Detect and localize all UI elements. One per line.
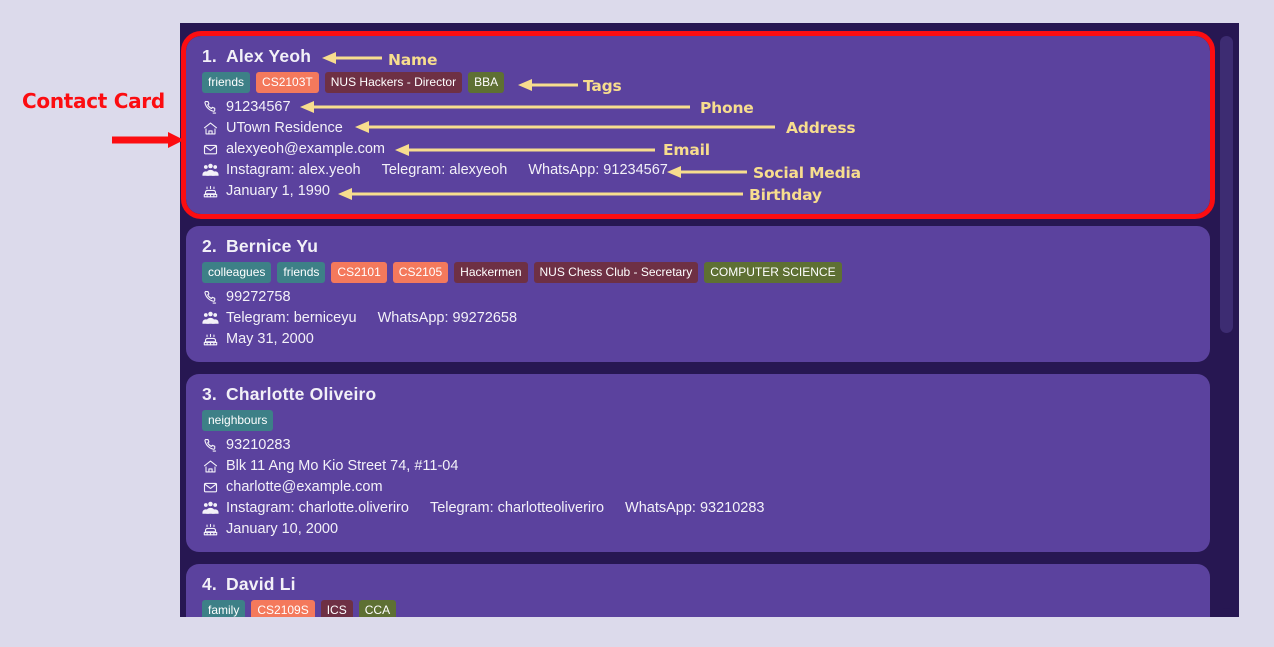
contact-address-row: Blk 11 Ang Mo Kio Street 74, #11-04 — [202, 456, 1194, 477]
contact-name-row: 3. Charlotte Oliveiro — [202, 384, 1194, 405]
annotation-phone: Phone — [700, 99, 754, 117]
contact-tag[interactable]: CS2105 — [392, 262, 449, 283]
contact-name: Alex Yeoh — [226, 46, 312, 66]
contact-social-row: Instagram: charlotte.oliveriro Telegram: … — [202, 498, 1194, 519]
birthday-cake-icon — [202, 183, 219, 200]
contact-tag[interactable]: COMPUTER SCIENCE — [704, 262, 842, 283]
contact-tag[interactable]: CCA — [358, 600, 397, 617]
contact-phone-value: 99272758 — [226, 289, 291, 305]
contact-social-row: Telegram: berniceyu WhatsApp: 99272658 — [202, 308, 1194, 329]
annotation-email: Email — [663, 141, 710, 159]
contact-tag[interactable]: friends — [277, 262, 326, 283]
contact-tag-row: friends CS2103T NUS Hackers - Director BBA — [202, 72, 1194, 93]
people-group-icon — [202, 310, 219, 327]
contact-phone-value: 93210283 — [226, 437, 291, 453]
contact-social-handle: Telegram: berniceyu — [226, 310, 357, 326]
contact-birthday-value: January 1, 1990 — [226, 183, 330, 199]
people-group-icon — [202, 162, 219, 179]
phone-icon — [202, 99, 219, 116]
contact-tag[interactable]: NUS Hackers - Director — [324, 72, 463, 93]
scrollbar-thumb[interactable] — [1220, 36, 1233, 333]
contact-tag[interactable]: CS2103T — [256, 72, 319, 93]
contact-birthday-row: January 10, 2000 — [202, 519, 1194, 540]
annotation-tags: Tags — [583, 77, 622, 95]
contact-social-handle: WhatsApp: 93210283 — [625, 500, 765, 516]
contact-social-group: Telegram: berniceyu WhatsApp: 99272658 — [226, 308, 517, 329]
annotation-arrow-tags — [518, 79, 578, 91]
contact-social-group: Instagram: charlotte.oliveriro Telegram: … — [226, 498, 764, 519]
contact-tag[interactable]: family — [202, 600, 246, 617]
annotation-arrow-email — [395, 144, 655, 156]
contact-name: David Li — [226, 574, 296, 594]
annotation-contact-card: Contact Card — [22, 89, 165, 113]
contact-index: 4. — [202, 574, 217, 594]
contact-phone-row: 99272758 — [202, 287, 1194, 308]
contact-tag[interactable]: NUS Chess Club - Secretary — [533, 262, 699, 283]
contact-phone-value: 91234567 — [226, 99, 291, 115]
home-icon — [202, 120, 219, 137]
contact-name-row: 2. Bernice Yu — [202, 236, 1194, 257]
annotation-arrow-social-media — [667, 166, 747, 178]
contact-email-value: charlotte@example.com — [226, 479, 383, 495]
contact-social-handle: Instagram: alex.yeoh — [226, 162, 361, 178]
contact-social-handle: WhatsApp: 91234567 — [528, 162, 668, 178]
birthday-cake-icon — [202, 521, 219, 538]
contact-email-row: charlotte@example.com — [202, 477, 1194, 498]
contact-tag[interactable]: friends — [202, 72, 251, 93]
envelope-icon — [202, 141, 219, 158]
contact-index: 2. — [202, 236, 217, 256]
contact-email-value: alexyeoh@example.com — [226, 141, 385, 157]
contact-social-handle: WhatsApp: 99272658 — [377, 310, 518, 326]
contact-social-handle: Instagram: charlotte.oliveriro — [226, 500, 409, 516]
contact-index: 1. — [202, 46, 217, 66]
phone-icon — [202, 437, 219, 454]
annotation-name: Name — [388, 51, 438, 69]
scrollbar-track[interactable] — [1220, 33, 1233, 609]
home-icon — [202, 458, 219, 475]
annotation-social-media: Social Media — [753, 164, 861, 182]
contact-tag-row: neighbours — [202, 410, 1194, 431]
annotation-arrow-contact-card — [112, 132, 184, 148]
annotation-arrow-phone — [300, 101, 690, 113]
contact-social-handle: Telegram: charlotteoliveriro — [429, 500, 605, 516]
contact-address-value: Blk 11 Ang Mo Kio Street 74, #11-04 — [226, 458, 459, 474]
contact-card[interactable]: 4. David Li family CS2109S ICS CCA — [186, 564, 1210, 617]
contact-name: Bernice Yu — [226, 236, 319, 256]
contact-social-group: Instagram: alex.yeoh Telegram: alexyeoh Wh… — [226, 160, 668, 181]
people-group-icon — [202, 500, 219, 517]
contact-tag[interactable]: CS2101 — [331, 262, 387, 283]
contact-tag[interactable]: colleagues — [202, 262, 272, 283]
contact-tag[interactable]: BBA — [468, 72, 505, 93]
contact-tag-row: family CS2109S ICS CCA — [202, 600, 1194, 617]
screenshot-stage: 1. Alex Yeoh friends CS2103T NUS Hackers - D… — [0, 0, 1274, 647]
annotation-arrow-name — [322, 52, 382, 64]
annotation-arrow-address — [355, 121, 775, 133]
contact-social-handle: Telegram: alexyeoh — [381, 162, 508, 178]
contact-name-row: 4. David Li — [202, 574, 1194, 595]
contact-tag[interactable]: neighbours — [202, 410, 274, 431]
contact-card[interactable]: 2. Bernice Yu colleagues friends CS2101 CS210… — [186, 226, 1210, 362]
contact-birthday-row: May 31, 2000 — [202, 329, 1194, 350]
annotation-birthday: Birthday — [749, 186, 822, 204]
contact-tag[interactable]: CS2109S — [251, 600, 315, 617]
contact-birthday-value: May 31, 2000 — [226, 331, 314, 347]
annotation-contact-card-text: Contact Card — [22, 89, 165, 113]
contact-tag[interactable]: ICS — [320, 600, 353, 617]
contact-card[interactable]: 3. Charlotte Oliveiro neighbours 93210283 Bl… — [186, 374, 1210, 552]
contact-tag[interactable]: Hackermen — [454, 262, 528, 283]
contact-birthday-value: January 10, 2000 — [226, 521, 339, 537]
contact-tag-row: colleagues friends CS2101 CS2105 Hackermen NU… — [202, 262, 1194, 283]
envelope-icon — [202, 479, 219, 496]
birthday-cake-icon — [202, 331, 219, 348]
contact-name: Charlotte Oliveiro — [226, 384, 377, 404]
contact-index: 3. — [202, 384, 217, 404]
annotation-arrow-birthday — [338, 188, 743, 200]
phone-icon — [202, 289, 219, 306]
contact-address-value: UTown Residence — [226, 120, 343, 136]
contact-phone-row: 93210283 — [202, 435, 1194, 456]
annotation-address: Address — [786, 119, 856, 137]
